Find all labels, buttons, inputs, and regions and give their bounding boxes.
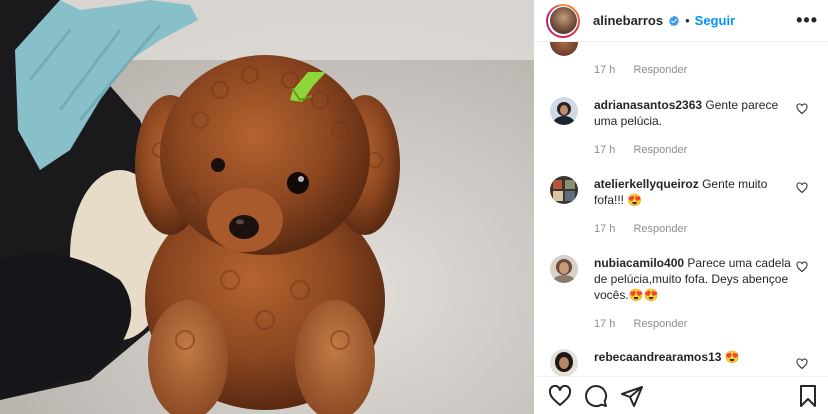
commenter-username[interactable]: rebecaandrearamos13: [594, 350, 721, 364]
bookmark-icon[interactable]: [796, 384, 820, 408]
commenter-username[interactable]: adrianasantos2363: [594, 98, 702, 112]
post-photo[interactable]: [0, 0, 534, 414]
comment-text: adrianasantos2363 Gente parece uma pelúc…: [594, 97, 794, 129]
partial-comment-avatar[interactable]: [550, 42, 578, 56]
verified-badge-icon: [669, 15, 680, 26]
reply-button[interactable]: Responder: [633, 318, 687, 330]
comment-text: atelierkellyqueiroz Gente muito fofa!!! …: [594, 176, 794, 208]
comment-meta: 17 h Responder: [594, 318, 702, 330]
comment-body: 😍: [724, 350, 740, 364]
reply-button[interactable]: Responder: [633, 144, 687, 156]
commenter-avatar[interactable]: [550, 97, 578, 125]
partial-comment-meta: 17 h Responder: [594, 64, 702, 76]
photo-illustration: [0, 0, 534, 414]
post-side-panel: alinebarros • Seguir ••• 17 h Responder …: [534, 0, 828, 414]
paper-plane-icon[interactable]: [620, 384, 644, 408]
comments-list[interactable]: 17 h Responder adrianasantos2363 Gente p…: [534, 42, 828, 376]
comment-time: 17 h: [594, 144, 616, 156]
commenter-avatar[interactable]: [550, 349, 578, 376]
like-comment-heart-icon[interactable]: [796, 182, 808, 194]
comment-time: 17 h: [594, 64, 616, 76]
comment-meta: 17 h Responder: [594, 223, 702, 235]
post-header: alinebarros • Seguir •••: [534, 0, 828, 42]
like-comment-heart-icon[interactable]: [796, 103, 808, 115]
reply-button[interactable]: Responder: [633, 64, 687, 76]
comment-text: nubiacamilo400 Parece uma cadela de pelú…: [594, 255, 794, 303]
reply-button[interactable]: Responder: [633, 223, 687, 235]
commenter-avatar[interactable]: [550, 176, 578, 204]
commenter-username[interactable]: nubiacamilo400: [594, 256, 684, 270]
comment-icon[interactable]: [584, 384, 608, 408]
commenter-avatar[interactable]: [550, 255, 578, 283]
post-actions-bar: [534, 376, 828, 414]
comment-text: rebecaandrearamos13 😍: [594, 349, 794, 365]
like-comment-heart-icon[interactable]: [796, 261, 808, 273]
commenter-username[interactable]: atelierkellyqueiroz: [594, 177, 699, 191]
comment-time: 17 h: [594, 318, 616, 330]
header-separator: •: [685, 13, 690, 28]
heart-icon[interactable]: [548, 384, 572, 408]
more-options-icon[interactable]: •••: [796, 11, 818, 29]
author-avatar[interactable]: [546, 3, 580, 38]
author-username[interactable]: alinebarros: [593, 13, 663, 28]
comment-time: 17 h: [594, 223, 616, 235]
follow-button[interactable]: Seguir: [695, 13, 735, 28]
comment-meta: 17 h Responder: [594, 144, 702, 156]
like-comment-heart-icon[interactable]: [796, 358, 808, 370]
